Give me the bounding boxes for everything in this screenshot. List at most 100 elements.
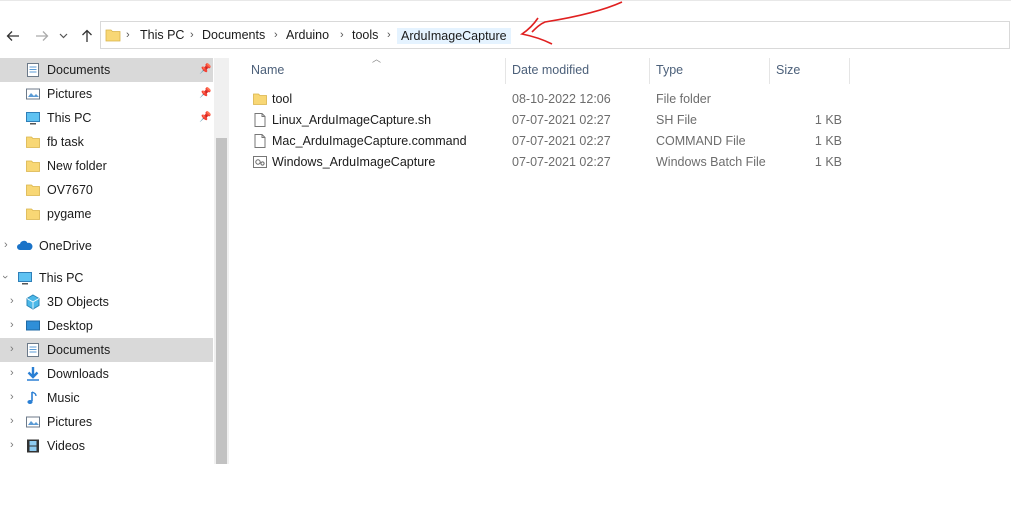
3d-objects-icon bbox=[26, 294, 40, 310]
chevron-right-icon: › bbox=[387, 29, 391, 41]
up-button[interactable] bbox=[77, 26, 97, 46]
arrow-up-icon bbox=[82, 29, 92, 42]
sidebar-item-label: New folder bbox=[47, 159, 107, 173]
batch-file-icon bbox=[253, 156, 267, 168]
file-icon bbox=[254, 134, 266, 148]
column-divider[interactable] bbox=[505, 58, 506, 84]
sidebar-item-label: Videos bbox=[47, 439, 85, 453]
sidebar-item-desktop[interactable]: › Desktop bbox=[0, 314, 213, 338]
sort-ascending-icon: ︿ bbox=[372, 54, 382, 64]
file-name: tool bbox=[272, 92, 293, 106]
sidebar-item-label: Music bbox=[47, 391, 80, 405]
chevron-right-icon[interactable]: › bbox=[10, 319, 14, 331]
sidebar-scrollbar[interactable] bbox=[214, 58, 229, 464]
videos-icon bbox=[27, 439, 39, 453]
breadcrumb-documents[interactable]: Documents bbox=[202, 28, 265, 42]
sidebar-item-label: This PC bbox=[47, 111, 92, 125]
sidebar-item-onedrive[interactable]: › OneDrive bbox=[0, 234, 213, 258]
breadcrumb-arduino[interactable]: Arduino bbox=[286, 28, 329, 42]
chevron-right-icon[interactable]: › bbox=[10, 343, 14, 355]
column-header-type[interactable]: Type bbox=[656, 63, 683, 77]
scrollbar-thumb[interactable] bbox=[216, 138, 227, 464]
chevron-right-icon[interactable]: › bbox=[4, 239, 8, 251]
folder-icon bbox=[26, 136, 40, 148]
file-row[interactable]: tool 08-10-2022 12:06 File folder bbox=[242, 89, 852, 110]
arrow-left-icon bbox=[6, 31, 19, 41]
navigation-pane: Documents 📌 Pictures 📌 This PC 📌 fb task… bbox=[0, 58, 213, 464]
sidebar-item-this-pc-root[interactable]: › This PC bbox=[0, 266, 213, 290]
window-top-border bbox=[0, 0, 1011, 1]
breadcrumb-arduimagecapture[interactable]: ArduImageCapture bbox=[397, 28, 511, 44]
documents-icon bbox=[27, 343, 39, 357]
chevron-down-icon bbox=[59, 33, 67, 39]
chevron-right-icon[interactable]: › bbox=[10, 415, 14, 427]
forward-button[interactable] bbox=[32, 26, 52, 46]
sidebar-item-label: 3D Objects bbox=[47, 295, 109, 309]
file-date-modified: 08-10-2022 12:06 bbox=[512, 92, 611, 106]
this-pc-icon bbox=[18, 272, 32, 285]
column-header-date-modified[interactable]: Date modified bbox=[512, 63, 589, 77]
file-size: 1 KB bbox=[814, 113, 842, 127]
pin-icon[interactable]: 📌 bbox=[199, 88, 211, 99]
sidebar-item-new-folder[interactable]: New folder bbox=[0, 154, 213, 178]
file-type: COMMAND File bbox=[656, 134, 746, 148]
back-button[interactable] bbox=[3, 26, 23, 46]
onedrive-icon bbox=[17, 240, 33, 250]
sidebar-item-this-pc[interactable]: This PC 📌 bbox=[0, 106, 213, 130]
this-pc-icon bbox=[26, 112, 40, 125]
sidebar-item-3d-objects[interactable]: › 3D Objects bbox=[0, 290, 213, 314]
file-date-modified: 07-07-2021 02:27 bbox=[512, 155, 611, 169]
sidebar-item-label: Pictures bbox=[47, 87, 93, 101]
folder-icon bbox=[105, 29, 121, 42]
file-size: 1 KB bbox=[814, 134, 842, 148]
sidebar-item-videos[interactable]: › Videos bbox=[0, 434, 213, 458]
breadcrumb-this-pc[interactable]: This PC bbox=[140, 28, 184, 42]
recent-locations-button[interactable] bbox=[56, 26, 70, 46]
sidebar-item-label: fb task bbox=[47, 135, 84, 149]
column-header-size[interactable]: Size bbox=[776, 63, 800, 77]
file-type: SH File bbox=[656, 113, 697, 127]
sidebar-item-documents[interactable]: Documents 📌 bbox=[0, 58, 213, 82]
chevron-down-icon[interactable]: › bbox=[0, 275, 11, 279]
column-divider[interactable] bbox=[769, 58, 770, 84]
sidebar-item-label: OneDrive bbox=[39, 239, 92, 253]
pin-icon[interactable]: 📌 bbox=[199, 112, 211, 123]
address-bar[interactable]: › This PC › Documents › Arduino › tools … bbox=[100, 21, 1010, 49]
music-icon bbox=[27, 391, 37, 404]
sidebar-item-pictures[interactable]: Pictures 📌 bbox=[0, 82, 213, 106]
pictures-icon bbox=[26, 88, 40, 100]
column-header-name[interactable]: Name bbox=[251, 63, 284, 77]
sidebar-item-label: Documents bbox=[47, 63, 111, 77]
file-size: 1 KB bbox=[814, 155, 842, 169]
file-type: File folder bbox=[656, 92, 711, 106]
file-row[interactable]: Windows_ArduImageCapture 07-07-2021 02:2… bbox=[242, 152, 852, 173]
sidebar-item-downloads[interactable]: › Downloads bbox=[0, 362, 213, 386]
chevron-right-icon: › bbox=[274, 29, 278, 41]
sidebar-item-pictures-pc[interactable]: › Pictures bbox=[0, 410, 213, 434]
pictures-icon bbox=[26, 416, 40, 428]
desktop-icon bbox=[26, 320, 40, 331]
file-row[interactable]: Linux_ArduImageCapture.sh 07-07-2021 02:… bbox=[242, 110, 852, 131]
sidebar-item-fb-task[interactable]: fb task bbox=[0, 130, 213, 154]
documents-icon bbox=[27, 63, 39, 77]
chevron-right-icon[interactable]: › bbox=[10, 391, 14, 403]
sidebar-item-music[interactable]: › Music bbox=[0, 386, 213, 410]
column-divider[interactable] bbox=[649, 58, 650, 84]
sidebar-item-label: This PC bbox=[39, 271, 84, 285]
file-row[interactable]: Mac_ArduImageCapture.command 07-07-2021 … bbox=[242, 131, 852, 152]
pin-icon[interactable]: 📌 bbox=[199, 64, 211, 75]
chevron-right-icon: › bbox=[340, 29, 344, 41]
chevron-right-icon[interactable]: › bbox=[10, 295, 14, 307]
sidebar-item-pygame[interactable]: pygame bbox=[0, 202, 213, 226]
arrow-right-icon bbox=[36, 31, 49, 41]
chevron-right-icon[interactable]: › bbox=[10, 439, 14, 451]
file-name: Windows_ArduImageCapture bbox=[272, 155, 436, 169]
column-divider[interactable] bbox=[849, 58, 850, 84]
sidebar-item-ov7670[interactable]: OV7670 bbox=[0, 178, 213, 202]
file-name: Linux_ArduImageCapture.sh bbox=[272, 113, 432, 127]
breadcrumb-tools[interactable]: tools bbox=[352, 28, 378, 42]
folder-icon bbox=[26, 160, 40, 172]
chevron-right-icon[interactable]: › bbox=[10, 367, 14, 379]
sidebar-item-documents-pc[interactable]: › Documents bbox=[0, 338, 213, 362]
sidebar-item-label: OV7670 bbox=[47, 183, 93, 197]
